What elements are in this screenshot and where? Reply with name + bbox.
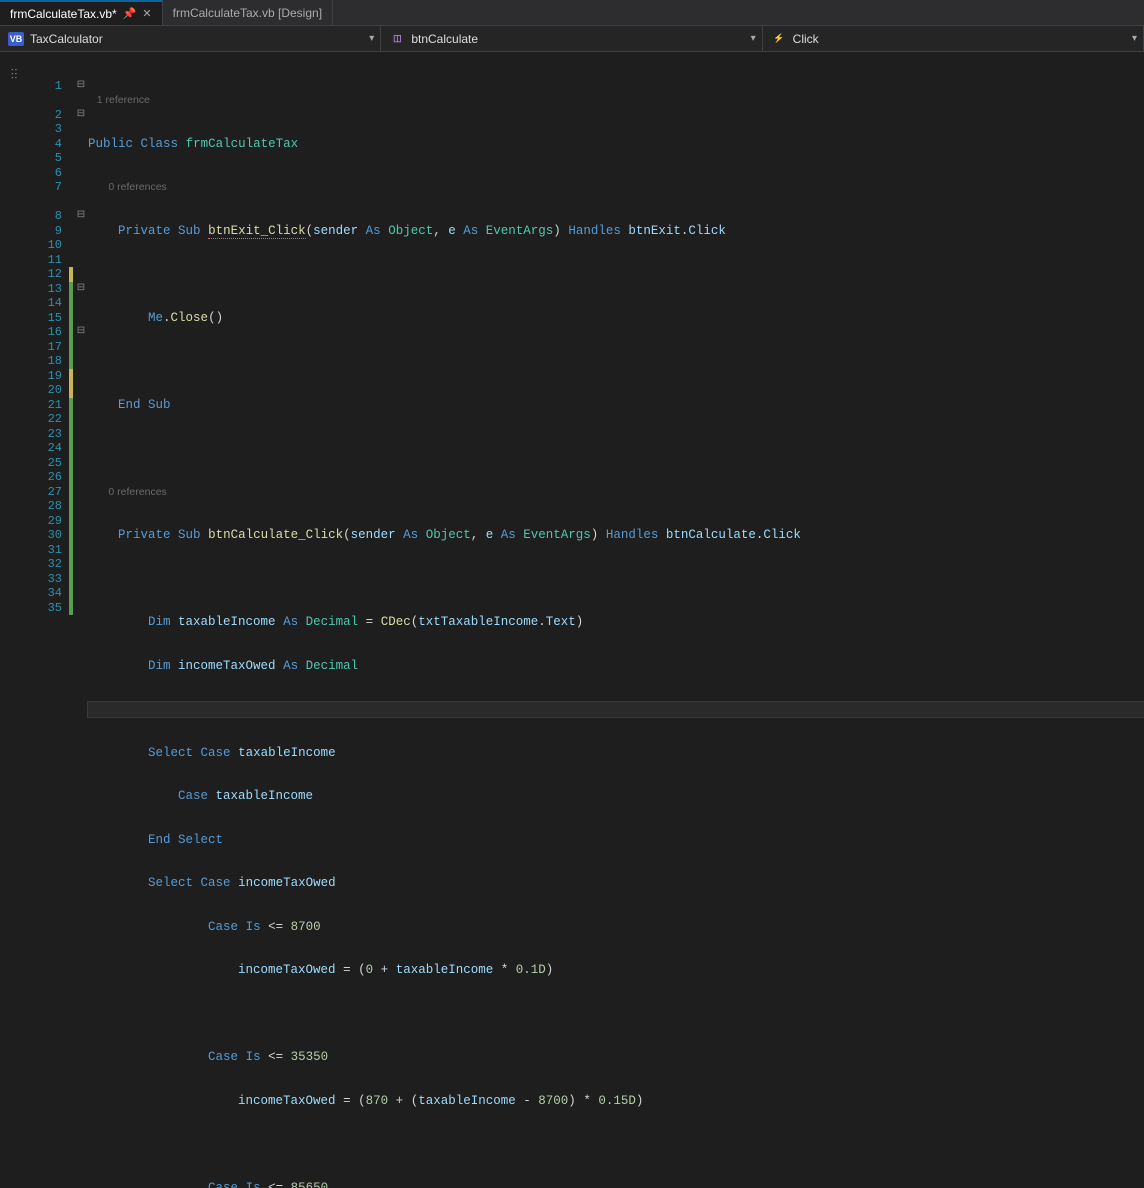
line-number: 5: [28, 151, 62, 166]
line-number: 28: [28, 499, 62, 514]
line-number: 9: [28, 224, 62, 239]
member-label: btnCalculate: [411, 32, 478, 46]
line-number: 2: [28, 108, 62, 123]
line-number: 6: [28, 166, 62, 181]
chevron-down-icon: ▾: [751, 33, 756, 44]
line-number: 14: [28, 296, 62, 311]
event-dropdown[interactable]: ⚡ Click ▾: [763, 26, 1144, 51]
line-number: 22: [28, 412, 62, 427]
vb-icon: VB: [8, 32, 24, 46]
chevron-down-icon: ▾: [1132, 33, 1137, 44]
line-number: 26: [28, 470, 62, 485]
class-dropdown[interactable]: VB TaxCalculator ▾: [0, 26, 381, 51]
member-dropdown[interactable]: ◫ btnCalculate ▾: [381, 26, 762, 51]
fold-toggle[interactable]: ⊟: [74, 209, 88, 224]
close-icon[interactable]: ✕: [142, 7, 151, 20]
line-number: 33: [28, 572, 62, 587]
line-number: 24: [28, 441, 62, 456]
line-number: 8: [28, 209, 62, 224]
line-number: 11: [28, 253, 62, 268]
code-text-area[interactable]: 1 reference Public Class frmCalculateTax…: [88, 52, 1144, 594]
line-number: 31: [28, 543, 62, 558]
indicator-margin: ⫶⫶: [0, 52, 28, 594]
line-number: 10: [28, 238, 62, 253]
line-number: 34: [28, 586, 62, 601]
line-number: 23: [28, 427, 62, 442]
method-icon: ◫: [389, 32, 405, 46]
line-number: 29: [28, 514, 62, 529]
line-number: 32: [28, 557, 62, 572]
code-editor[interactable]: ⫶⫶ 1 2 3 4 5 6 7 8 9 10 11 12 13 14 15 1…: [0, 52, 1144, 594]
line-number: 4: [28, 137, 62, 152]
line-number: 15: [28, 311, 62, 326]
line-number: 7: [28, 180, 62, 195]
outlining-margin: ⊟ ⊟ ⊟ ⊟ ⊟: [74, 52, 88, 594]
codelens-references[interactable]: 0 references: [88, 180, 1144, 195]
track-changes-icon[interactable]: ⫶⫶: [0, 66, 28, 83]
tab-frmcalculatetax-vb[interactable]: frmCalculateTax.vb* 📌 ✕: [0, 0, 163, 25]
line-number-gutter: 1 2 3 4 5 6 7 8 9 10 11 12 13 14 15 16 1…: [28, 52, 68, 594]
line-number: 19: [28, 369, 62, 384]
line-number: 3: [28, 122, 62, 137]
line-number: 16: [28, 325, 62, 340]
line-number: 21: [28, 398, 62, 413]
line-number: 20: [28, 383, 62, 398]
line-number: 30: [28, 528, 62, 543]
class-label: TaxCalculator: [30, 32, 103, 46]
line-number: 35: [28, 601, 62, 616]
tab-frmcalculatetax-design[interactable]: frmCalculateTax.vb [Design]: [163, 0, 333, 25]
fold-toggle[interactable]: ⊟: [74, 79, 88, 94]
line-number: 18: [28, 354, 62, 369]
lightning-icon: ⚡: [771, 32, 787, 46]
line-number: 1: [28, 79, 62, 94]
document-tabs: frmCalculateTax.vb* 📌 ✕ frmCalculateTax.…: [0, 0, 1144, 26]
fold-toggle[interactable]: ⊟: [74, 108, 88, 123]
tab-label: frmCalculateTax.vb*: [10, 7, 117, 21]
fold-toggle[interactable]: ⊟: [74, 325, 88, 340]
line-number: 13: [28, 282, 62, 297]
event-label: Click: [793, 32, 819, 46]
tab-label: frmCalculateTax.vb [Design]: [173, 6, 322, 20]
line-number: 17: [28, 340, 62, 355]
chevron-down-icon: ▾: [369, 33, 374, 44]
navigation-bar: VB TaxCalculator ▾ ◫ btnCalculate ▾ ⚡ Cl…: [0, 26, 1144, 52]
fold-toggle[interactable]: ⊟: [74, 282, 88, 297]
current-line[interactable]: [88, 702, 1144, 717]
line-number: 25: [28, 456, 62, 471]
line-number: 12: [28, 267, 62, 282]
pin-icon[interactable]: 📌: [123, 7, 137, 20]
line-number: 27: [28, 485, 62, 500]
codelens-references[interactable]: 1 reference: [88, 93, 1144, 108]
codelens-references[interactable]: 0 references: [88, 485, 1144, 500]
